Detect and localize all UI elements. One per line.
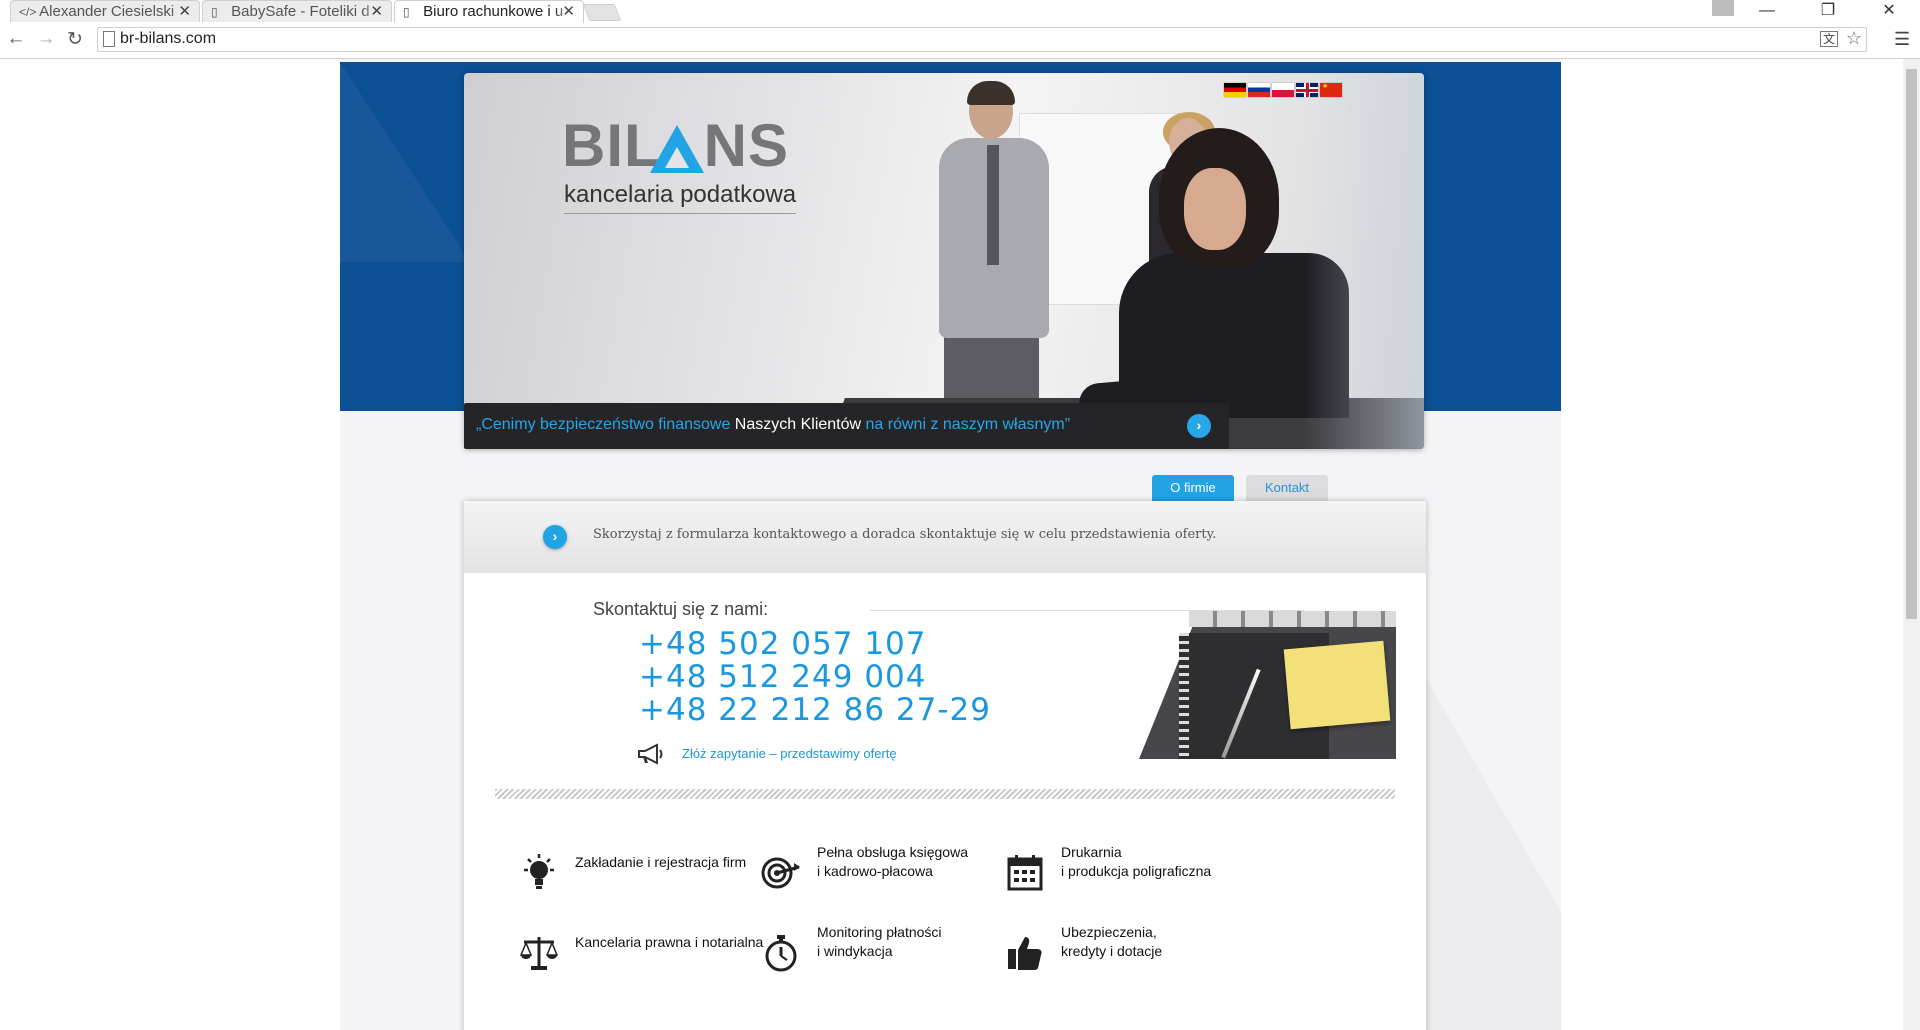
lightbulb-icon [524,854,554,889]
translate-icon[interactable]: 文 [1819,31,1838,47]
flag-ru-icon[interactable] [1248,83,1270,97]
scrollbar-thumb[interactable] [1906,69,1917,619]
flag-pl-icon[interactable] [1272,83,1294,97]
service-label: Ubezpieczenia, kredyty i dotacje [1061,924,1163,959]
stopwatch-icon [765,935,797,972]
page-icon: ▯ [211,5,218,19]
phone-number-1[interactable]: +48 502 057 107 [639,626,927,662]
url-text[interactable]: br-bilans.com [120,30,216,48]
quote-part-3: na równi z naszym własnym” [861,416,1071,433]
flag-de-icon[interactable] [1224,83,1246,97]
logo-tagline: kancelaria podatkowa [564,181,797,214]
vertical-scrollbar[interactable] [1903,59,1920,1030]
menu-icon[interactable]: ☰ [1894,29,1910,50]
quote-next-icon[interactable]: › [1187,414,1211,438]
service-label: Drukarnia i produkcja poligraficzna [1061,844,1212,879]
address-bar[interactable]: br-bilans.com 文 ☆ [97,27,1867,52]
tab-1[interactable]: </> Alexander Ciesielski ✕ [10,0,200,22]
tab-strip: </> Alexander Ciesielski ✕ ▯ BabySafe - … [0,0,1920,24]
new-tab-button[interactable] [582,4,622,21]
quote-part-2: Naszych Klientów [734,416,862,433]
phone-number-3[interactable]: +48 22 212 86 27-29 [639,692,991,728]
minimize-button[interactable]: — [1747,0,1787,22]
logo-text-right: NS [703,112,790,179]
contact-tip: Skorzystaj z formularza kontaktowego a d… [593,527,1217,542]
quote-part-1: „Cenimy bezpieczeństwo finansowe [476,416,735,433]
service-label: Pełna obsługa księgowa i kadrowo-płacowa [817,844,968,879]
user-profile-icon[interactable] [1712,0,1734,16]
forward-icon[interactable]: → [34,28,58,50]
phone-number-2[interactable]: +48 512 249 004 [639,659,927,695]
site-container: BIL NS kancelaria podatkowa ★ „Cenimy be… [340,59,1561,1030]
content-panel: › Skorzystaj z formularza kontaktowego a… [464,501,1426,1030]
tab-label: Biuro rachunkowe i u [423,3,564,20]
bookmark-star-icon[interactable]: ☆ [1846,28,1862,49]
page-info-icon[interactable] [103,31,115,47]
flag-cn-icon[interactable]: ★ [1320,83,1342,97]
toolbar: ← → ↻ br-bilans.com 文 ☆ ☰ [0,23,1920,59]
back-icon[interactable]: ← [4,28,28,50]
arrow-right-icon[interactable]: › [543,525,567,549]
tab-label: Alexander Ciesielski [39,3,175,20]
service-label: Monitoring płatności i windykacja [817,924,942,959]
service-label: Kancelaria prawna i notarialna [575,934,764,950]
close-tab-icon[interactable]: ✕ [562,2,575,20]
banner-photo-man [924,81,1054,423]
thumbs-up-icon [1008,937,1042,970]
nav-contact[interactable]: Kontakt [1246,475,1328,501]
tab-3-active[interactable]: ▯ Biuro rachunkowe i u ✕ [394,0,584,23]
close-tab-icon[interactable]: ✕ [370,2,383,20]
contact-heading: Skontaktuj się z nami: [593,599,769,619]
nav-about[interactable]: O firmie [1152,475,1234,501]
target-icon [761,857,800,889]
inquiry-link[interactable]: Złóż zapytanie – przedstawimy ofertę [682,746,897,761]
code-icon: </> [19,5,37,19]
flag-gb-icon[interactable] [1296,83,1318,97]
quote-bar: „Cenimy bezpieczeństwo finansowe Naszych… [464,403,1229,449]
tab-2[interactable]: ▯ BabySafe - Foteliki d ✕ [202,0,392,22]
close-window-button[interactable]: ✕ [1869,0,1909,22]
header-banner: BIL NS kancelaria podatkowa ★ [464,73,1424,449]
page-viewport: BIL NS kancelaria podatkowa ★ „Cenimy be… [0,59,1903,1030]
scales-icon [519,937,559,970]
info-strip: › Skorzystaj z formularza kontaktowego a… [464,501,1426,573]
restore-button[interactable]: ❐ [1808,0,1848,22]
calendar-icon [1007,855,1043,891]
reload-icon[interactable]: ↻ [63,28,87,51]
tab-label: BabySafe - Foteliki d [231,3,370,20]
desk-photo [1099,611,1396,759]
logo-text-left: BIL [562,112,662,179]
hatched-divider [495,789,1395,799]
quote-text: „Cenimy bezpieczeństwo finansowe Naszych… [476,416,1070,434]
service-label: Zakładanie i rejestracja firm [575,854,747,870]
megaphone-icon [638,743,663,765]
close-tab-icon[interactable]: ✕ [178,2,191,20]
page-icon: ▯ [403,5,410,19]
